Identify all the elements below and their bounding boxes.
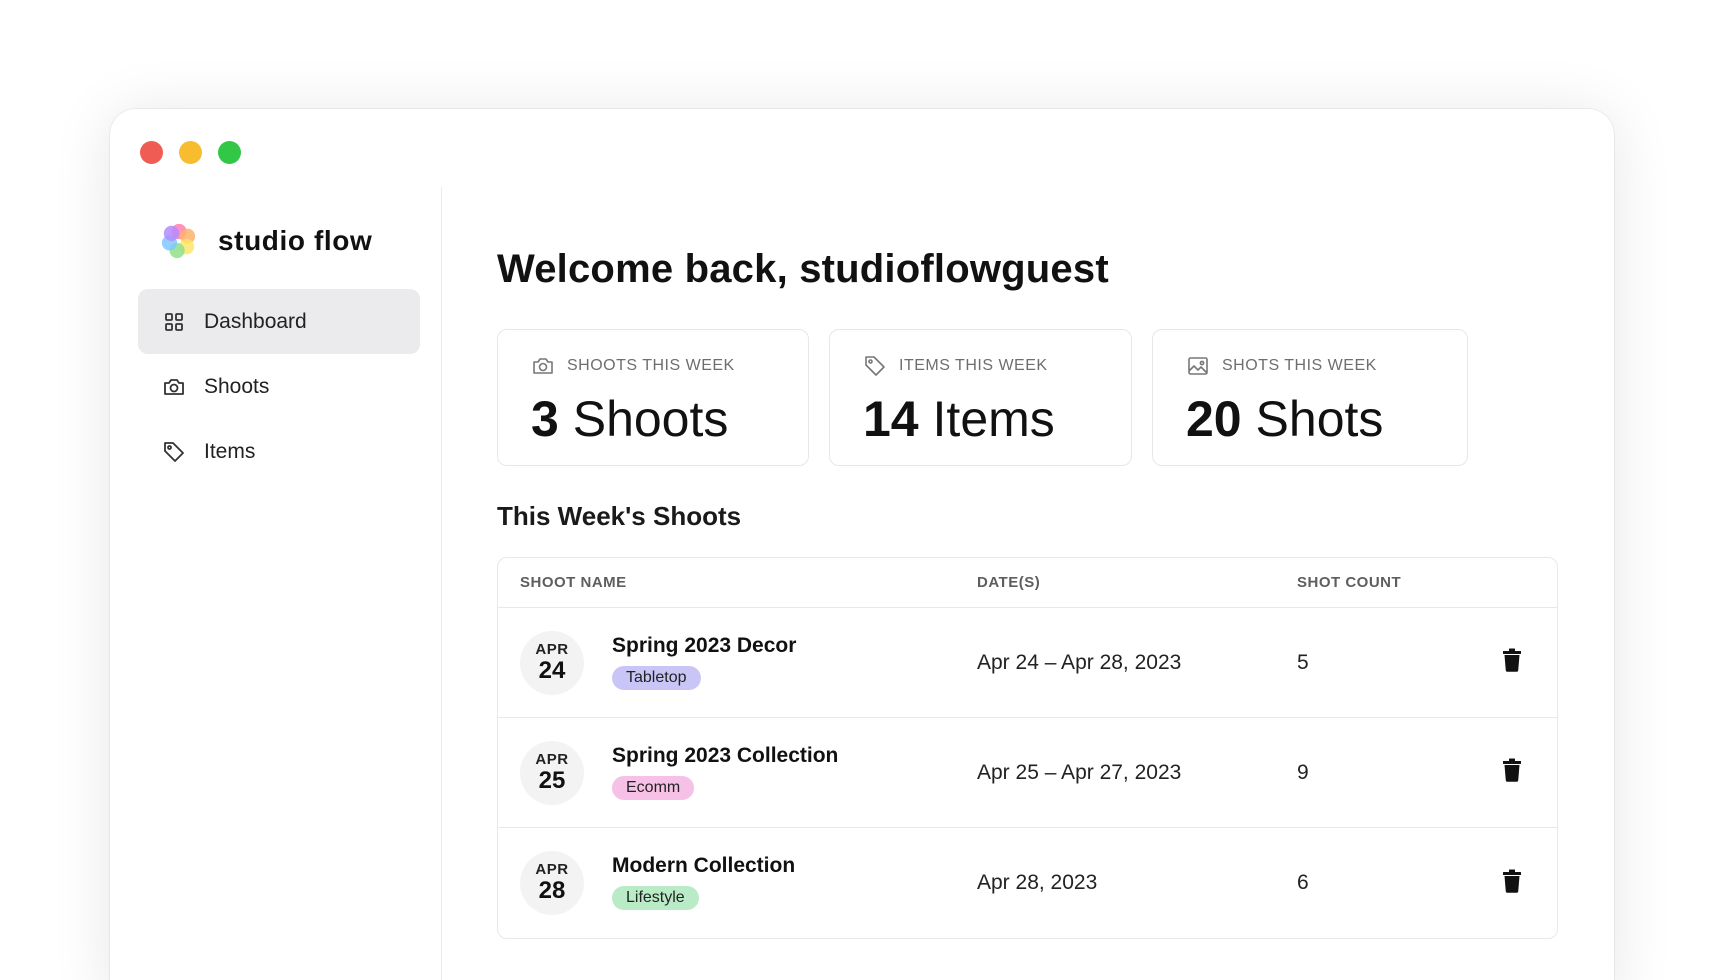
shoot-tag: Lifestyle bbox=[612, 886, 699, 910]
brand[interactable]: studio flow bbox=[160, 222, 372, 260]
date-day: 28 bbox=[538, 877, 566, 904]
main-content: Welcome back, studioflowguest SHOOTS THI… bbox=[497, 187, 1614, 980]
date-month: APR bbox=[535, 861, 569, 878]
stat-card-items: ITEMS THIS WEEK 14 Items bbox=[829, 329, 1132, 466]
sidebar-item-items[interactable]: Items bbox=[138, 419, 420, 484]
shoot-tag: Tabletop bbox=[612, 666, 701, 690]
stat-unit: Items bbox=[932, 391, 1055, 447]
stat-number: 14 bbox=[863, 391, 919, 447]
stat-unit: Shots bbox=[1255, 391, 1384, 447]
stat-number: 3 bbox=[531, 391, 559, 447]
column-header-dates[interactable]: DATE(S) bbox=[977, 574, 1040, 591]
shot-count: 9 bbox=[1297, 760, 1309, 784]
date-badge: APR 24 bbox=[520, 630, 584, 695]
stat-label: SHOTS THIS WEEK bbox=[1222, 357, 1377, 374]
shoot-info: Spring 2023 Decor Tabletop bbox=[612, 634, 796, 690]
sidebar-item-shoots[interactable]: Shoots bbox=[138, 354, 420, 419]
stat-value: 3 Shoots bbox=[531, 390, 808, 448]
table-row[interactable]: APR 25 Spring 2023 Collection Ecomm Apr … bbox=[498, 718, 1557, 828]
stats-row: SHOOTS THIS WEEK 3 Shoots ITEMS THIS WEE… bbox=[497, 329, 1468, 466]
camera-icon bbox=[162, 375, 186, 399]
stat-value: 20 Shots bbox=[1186, 390, 1467, 448]
date-badge: APR 25 bbox=[520, 740, 584, 805]
shoot-dates: Apr 28, 2023 bbox=[977, 871, 1098, 894]
sidebar-item-dashboard[interactable]: Dashboard bbox=[138, 289, 420, 354]
tag-icon bbox=[863, 354, 887, 378]
date-day: 24 bbox=[538, 656, 566, 684]
table-header: SHOOT NAME DATE(S) SHOT COUNT bbox=[498, 558, 1557, 608]
image-icon bbox=[1186, 354, 1210, 378]
shoot-tag: Ecomm bbox=[612, 776, 695, 800]
stat-number: 20 bbox=[1186, 391, 1242, 447]
shoots-table: SHOOT NAME DATE(S) SHOT COUNT APR 24 Spr… bbox=[497, 557, 1558, 939]
trash-icon bbox=[1503, 758, 1521, 782]
shoot-info: Spring 2023 Collection Ecomm bbox=[612, 744, 838, 800]
stat-card-shoots: SHOOTS THIS WEEK 3 Shoots bbox=[497, 329, 809, 466]
minimize-window-button[interactable] bbox=[179, 141, 202, 164]
section-title: This Week's Shoots bbox=[497, 501, 742, 531]
delete-button[interactable] bbox=[1501, 869, 1523, 898]
app-window: studio flow Dashboard Shoots Items Welco… bbox=[110, 109, 1614, 980]
trash-icon bbox=[1503, 869, 1521, 893]
tag-icon bbox=[162, 440, 186, 464]
table-row[interactable]: APR 28 Modern Collection Lifestyle Apr 2… bbox=[498, 828, 1557, 938]
shoot-name[interactable]: Spring 2023 Collection bbox=[612, 744, 838, 768]
column-header-shoot-name[interactable]: SHOOT NAME bbox=[520, 574, 627, 591]
sidebar-nav: Dashboard Shoots Items bbox=[138, 289, 420, 484]
shot-count: 5 bbox=[1297, 650, 1309, 674]
stat-value: 14 Items bbox=[863, 390, 1131, 448]
stat-unit: Shoots bbox=[572, 391, 729, 447]
shoot-name[interactable]: Modern Collection bbox=[612, 854, 795, 878]
sidebar-item-label: Shoots bbox=[204, 374, 270, 398]
date-month: APR bbox=[535, 750, 569, 768]
stat-label: SHOOTS THIS WEEK bbox=[567, 357, 735, 374]
sidebar: studio flow Dashboard Shoots Items bbox=[110, 187, 442, 980]
close-window-button[interactable] bbox=[140, 141, 163, 164]
shoot-dates: Apr 24 – Apr 28, 2023 bbox=[977, 650, 1182, 674]
column-header-shot-count[interactable]: SHOT COUNT bbox=[1297, 574, 1401, 591]
sidebar-item-label: Dashboard bbox=[204, 309, 307, 333]
delete-button[interactable] bbox=[1501, 648, 1523, 677]
stat-card-shots: SHOTS THIS WEEK 20 Shots bbox=[1152, 329, 1468, 466]
trash-icon bbox=[1503, 648, 1521, 672]
brand-name: studio flow bbox=[218, 225, 373, 256]
maximize-window-button[interactable] bbox=[218, 141, 241, 164]
shot-count: 6 bbox=[1297, 871, 1309, 894]
sidebar-item-label: Items bbox=[204, 439, 256, 463]
date-day: 25 bbox=[538, 766, 566, 794]
shoot-name[interactable]: Spring 2023 Decor bbox=[612, 634, 796, 658]
date-badge: APR 28 bbox=[520, 851, 584, 915]
shoot-dates: Apr 25 – Apr 27, 2023 bbox=[977, 760, 1182, 784]
window-controls bbox=[140, 141, 241, 164]
date-month: APR bbox=[535, 640, 569, 658]
shoot-info: Modern Collection Lifestyle bbox=[612, 854, 795, 910]
stat-label: ITEMS THIS WEEK bbox=[899, 357, 1048, 374]
flower-logo-icon bbox=[161, 223, 196, 259]
table-row[interactable]: APR 24 Spring 2023 Decor Tabletop Apr 24… bbox=[498, 608, 1557, 718]
page-title: Welcome back, studioflowguest bbox=[497, 247, 1109, 291]
grid-icon bbox=[162, 310, 186, 334]
camera-icon bbox=[531, 354, 555, 378]
delete-button[interactable] bbox=[1501, 758, 1523, 787]
